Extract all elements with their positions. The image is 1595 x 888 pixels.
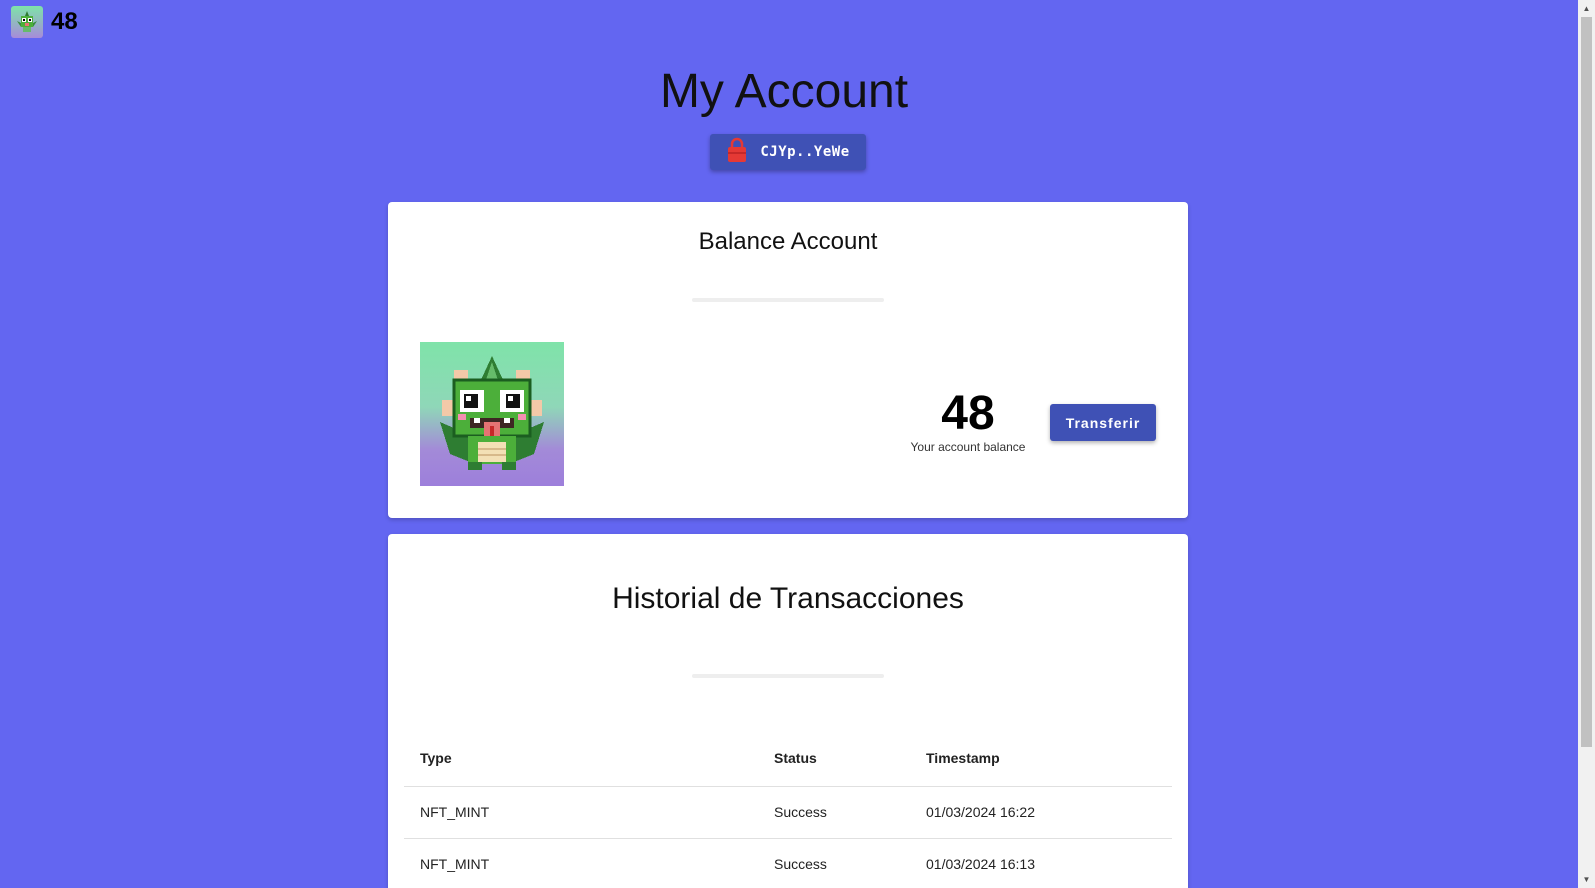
cell-timestamp: 01/03/2024 16:13 [910,838,1172,888]
balance-card: Balance Account 48 Your account balance … [388,202,1188,518]
balance-value: 48 [941,387,995,440]
dragon-avatar-icon[interactable] [11,6,43,38]
cell-status: Success [758,786,910,839]
divider [692,674,884,678]
transactions-table: Type Status Timestamp NFT_MINT Success 0… [404,730,1172,888]
balance-caption: Your account balance [910,440,1026,454]
transfer-button[interactable]: Transferir [1050,404,1156,441]
wallet-address: CJYp..YeWe [760,144,850,160]
page-title: My Account [659,65,909,118]
cell-status: Success [758,838,910,888]
table-header-row: Type Status Timestamp [404,730,1172,787]
transaction-history-card: Historial de Transacciones Type Status T… [388,534,1188,888]
cell-type: NFT_MINT [404,838,758,888]
nft-dragon-image [420,342,564,486]
scrollbar-thumb[interactable] [1581,17,1592,747]
column-header-timestamp: Timestamp [910,730,1172,787]
wallet-button[interactable]: CJYp..YeWe [710,134,866,170]
table-row: NFT_MINT Success 01/03/2024 16:22 [404,786,1172,839]
wallet-lock-icon [726,137,748,167]
history-card-title: Historial de Transacciones [612,582,964,615]
column-header-status: Status [758,730,910,787]
balance-card-title: Balance Account [698,228,878,255]
balance-block: 48 Your account balance [908,387,1028,455]
column-header-type: Type [404,730,758,787]
cell-type: NFT_MINT [404,786,758,839]
table-row: NFT_MINT Success 01/03/2024 16:13 [404,838,1172,888]
topbar-balance: 48 [51,8,78,35]
cell-timestamp: 01/03/2024 16:22 [910,786,1172,839]
divider [692,298,884,302]
scroll-down-arrow-icon[interactable]: ▼ [1578,871,1595,888]
page-scrollbar[interactable]: ▲ ▼ [1578,0,1595,888]
scroll-up-arrow-icon[interactable]: ▲ [1578,0,1595,17]
topbar: 48 [11,6,78,38]
